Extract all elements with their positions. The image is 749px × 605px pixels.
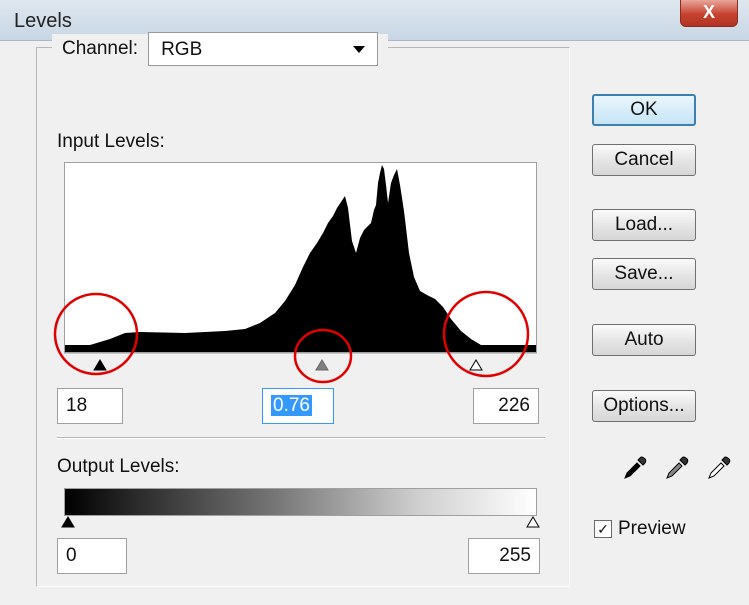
section-divider bbox=[57, 437, 545, 439]
save-label: Save... bbox=[614, 263, 674, 284]
preview-checkbox[interactable]: ✓ bbox=[594, 520, 612, 538]
output-black-value: 0 bbox=[66, 545, 77, 566]
white-eyedropper-icon[interactable] bbox=[706, 455, 732, 481]
midtone-handle[interactable] bbox=[315, 359, 329, 371]
checkmark-icon: ✓ bbox=[597, 521, 609, 537]
histogram-shape bbox=[65, 165, 536, 352]
input-levels-label: Input Levels: bbox=[57, 131, 165, 152]
gray-eyedropper-icon[interactable] bbox=[664, 455, 690, 481]
close-icon: X bbox=[702, 2, 715, 22]
output-levels-label: Output Levels: bbox=[57, 456, 180, 477]
input-black-value: 18 bbox=[66, 395, 88, 416]
input-white-value: 226 bbox=[498, 395, 530, 416]
cancel-button[interactable]: Cancel bbox=[592, 144, 696, 176]
channel-value: RGB bbox=[161, 39, 203, 60]
channel-label: Channel: bbox=[62, 38, 139, 59]
black-point-handle[interactable] bbox=[93, 359, 107, 371]
auto-label: Auto bbox=[624, 329, 664, 350]
output-black-handle[interactable] bbox=[61, 516, 75, 528]
window-title: Levels bbox=[14, 10, 72, 32]
output-black-field[interactable]: 0 bbox=[57, 538, 127, 574]
ok-label: OK bbox=[630, 99, 658, 120]
histogram-graph bbox=[65, 165, 536, 352]
histogram bbox=[64, 162, 537, 353]
load-label: Load... bbox=[614, 214, 674, 235]
output-white-value: 255 bbox=[499, 545, 531, 566]
input-midtone-field[interactable]: 0.76 bbox=[262, 388, 334, 424]
output-white-field[interactable]: 255 bbox=[468, 538, 540, 574]
input-slider[interactable] bbox=[64, 352, 537, 376]
cancel-label: Cancel bbox=[614, 149, 674, 170]
input-midtone-value: 0.76 bbox=[271, 395, 312, 416]
output-gradient bbox=[64, 488, 537, 516]
eyedropper-group bbox=[622, 455, 732, 481]
output-slider[interactable] bbox=[61, 516, 540, 530]
load-button[interactable]: Load... bbox=[592, 209, 696, 241]
save-button[interactable]: Save... bbox=[592, 258, 696, 290]
close-button[interactable]: X bbox=[680, 0, 738, 27]
white-point-handle[interactable] bbox=[469, 359, 483, 371]
options-label: Options... bbox=[603, 395, 685, 416]
ok-button[interactable]: OK bbox=[592, 94, 696, 126]
input-black-field[interactable]: 18 bbox=[57, 388, 123, 424]
channel-row: Channel: RGB bbox=[52, 32, 389, 66]
options-button[interactable]: Options... bbox=[592, 390, 696, 422]
black-eyedropper-icon[interactable] bbox=[622, 455, 648, 481]
input-white-field[interactable]: 226 bbox=[473, 388, 539, 424]
preview-option[interactable]: ✓ Preview bbox=[594, 518, 686, 540]
auto-button[interactable]: Auto bbox=[592, 324, 696, 356]
chevron-down-icon bbox=[353, 46, 366, 53]
channel-select[interactable]: RGB bbox=[148, 32, 379, 66]
preview-label: Preview bbox=[618, 518, 686, 539]
